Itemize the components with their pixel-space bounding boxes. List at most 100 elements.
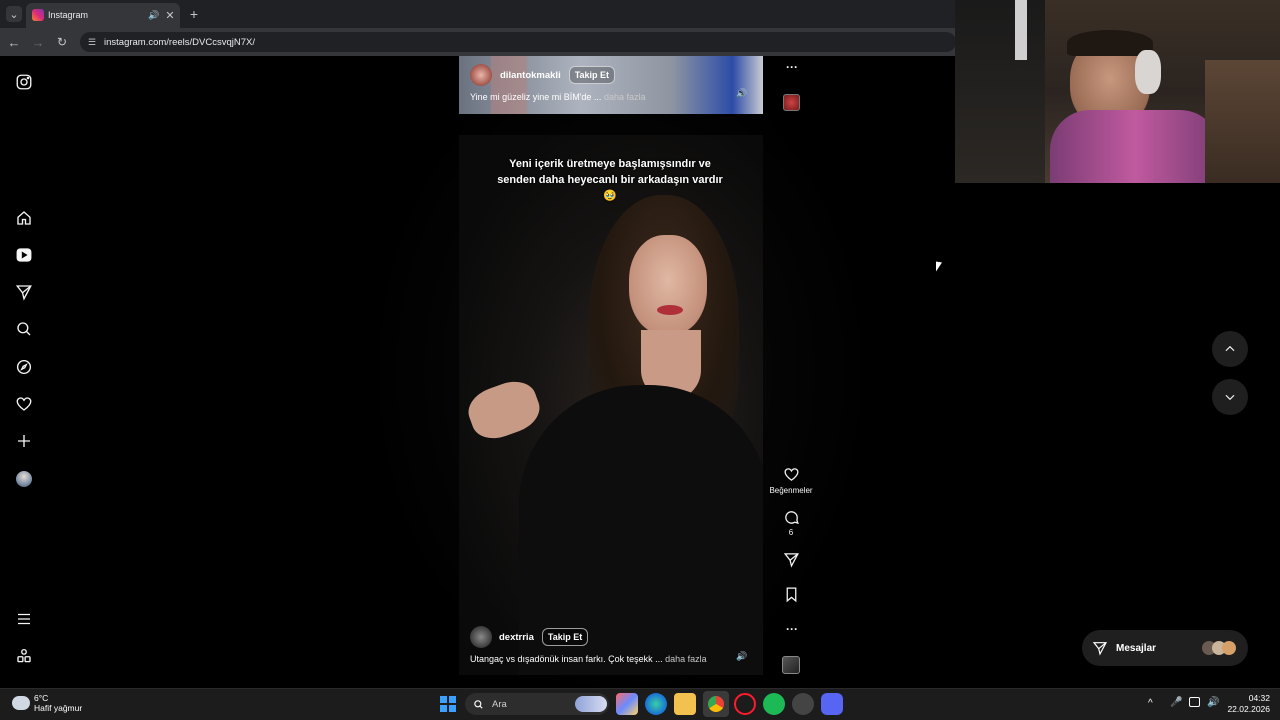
avatar[interactable] [470,626,492,648]
webcam-person-shirt [1050,110,1220,183]
audio-thumbnail[interactable] [782,656,800,674]
likes-label: Beğenmeler [769,486,813,495]
reel-previous-caption: Yine mi güzeliz yine mi BİM'de ... daha … [470,92,646,102]
tab-title: Instagram [48,10,89,20]
volume-icon[interactable]: 🔊 [736,87,748,99]
reel-current-username[interactable]: dextrria [499,632,534,643]
spotify-icon[interactable] [763,693,785,715]
previous-reel-button[interactable] [1212,331,1248,367]
url-text: instagram.com/reels/DVCcsvqjN7X/ [104,36,255,48]
search-icon[interactable] [12,317,36,341]
follow-button[interactable]: Takip Et [568,66,616,84]
like-action[interactable]: Beğenmeler [769,466,813,495]
follow-button[interactable]: Takip Et [541,628,589,646]
share-icon[interactable] [783,551,800,568]
next-reel-button[interactable] [1212,379,1248,415]
reload-icon[interactable]: ↻ [54,34,70,50]
volume-icon[interactable]: 🔊 [1207,697,1219,708]
steam-icon[interactable] [792,693,814,715]
comment-action[interactable]: 6 [771,509,811,537]
weather-temp: 6°C [34,693,49,703]
bookmark-icon[interactable] [783,586,800,603]
back-icon[interactable]: ← [6,34,22,50]
more-options-icon[interactable]: ··· [785,622,799,636]
person-face [629,235,707,335]
search-highlight-image [575,696,607,712]
notifications-heart-icon[interactable] [12,392,36,416]
instagram-favicon-icon [32,9,44,21]
file-explorer-icon[interactable] [674,693,696,715]
avatar [1222,641,1236,655]
webcam-background-left [955,0,1045,183]
reel-current-user: dextrria Takip Et [470,626,589,648]
caption-text: Utangaç vs dışadönük insan farkı. Çok te… [470,654,663,664]
new-tab-icon[interactable]: + [186,6,202,22]
save-action[interactable] [771,586,811,603]
webcam-headset [1135,50,1161,94]
reels-icon[interactable] [12,243,36,267]
edge-icon[interactable] [645,693,667,715]
webcam-mic-arm [1015,0,1027,60]
weather-rain-icon[interactable] [12,696,30,710]
reel-current[interactable] [459,135,763,675]
home-icon[interactable] [12,206,36,230]
messages-icon [1092,642,1107,656]
share-action[interactable] [771,551,811,568]
reel-overlay-text: Yeni içerik üretmeye başlamışsındır ve s… [497,158,723,202]
tab-close-icon[interactable]: ✕ [164,9,176,22]
forward-icon[interactable]: → [30,34,46,50]
more-options-icon[interactable]: ··· [785,60,799,74]
show-hidden-icons-chevron-icon[interactable]: ^ [1148,698,1153,709]
taskbar-search-box[interactable]: Ara [465,693,609,715]
comment-icon[interactable] [783,509,800,526]
tab-list-chevron-icon[interactable]: ⌄ [6,6,22,22]
person-lips [657,305,683,315]
instagram-logo-icon[interactable] [12,70,36,94]
weather-widget[interactable]: 6°C Hafif yağmur [34,693,82,713]
search-icon [474,699,483,709]
start-windows-icon[interactable] [440,696,456,712]
message-avatars [1202,641,1236,655]
messages-label: Mesajlar [1116,642,1157,654]
more-link[interactable]: daha fazla [604,92,646,102]
mouse-cursor [936,261,942,273]
chevron-down-icon [1225,394,1235,401]
messages-nav-icon[interactable] [12,280,36,304]
profile-avatar[interactable] [16,471,32,487]
webcam-overlay [955,0,1280,183]
audio-thumbnail[interactable] [783,94,800,111]
webcam-background-right [1205,60,1280,183]
messages-button[interactable]: Mesajlar [1082,630,1248,666]
url-field[interactable]: ☰ instagram.com/reels/DVCcsvqjN7X/ [80,32,956,52]
clock-date: 22.02.2026 [1227,704,1270,714]
browser-tab[interactable]: Instagram 🔊 ✕ [26,3,180,28]
site-info-icon[interactable]: ☰ [86,37,98,48]
heart-icon[interactable] [783,466,800,483]
copilot-icon[interactable] [616,693,638,715]
more-menu-icon[interactable] [12,607,36,631]
chrome-taskbar-button[interactable] [703,691,729,717]
avatar[interactable] [470,64,492,86]
also-from-meta-icon[interactable] [12,644,36,668]
person-hand [462,374,546,446]
clock-time: 04:32 [1248,693,1270,703]
reel-current-caption: Utangaç vs dışadönük insan farkı. Çok te… [470,654,707,664]
reel-previous-username[interactable]: dilantokmakli [500,70,561,81]
microphone-icon[interactable]: 🎤 [1170,697,1182,708]
comments-count: 6 [788,528,794,537]
opera-icon[interactable] [734,693,756,715]
discord-icon[interactable] [821,693,843,715]
windows-taskbar [0,688,1280,720]
network-icon[interactable] [1189,697,1200,707]
create-plus-icon[interactable] [12,429,36,453]
volume-icon[interactable]: 🔊 [736,650,748,662]
clock-widget[interactable]: 04:32 22.02.2026 [1226,693,1270,715]
caption-text: Yine mi güzeliz yine mi BİM'de ... [470,92,602,102]
reel-previous-user: dilantokmakli Takip Et [470,64,616,86]
weather-desc: Hafif yağmur [34,703,83,713]
chrome-icon [708,696,724,712]
chevron-up-icon [1225,345,1235,352]
more-link[interactable]: daha fazla [665,654,707,664]
explore-icon[interactable] [12,355,36,379]
tab-audio-icon[interactable]: 🔊 [148,9,160,21]
